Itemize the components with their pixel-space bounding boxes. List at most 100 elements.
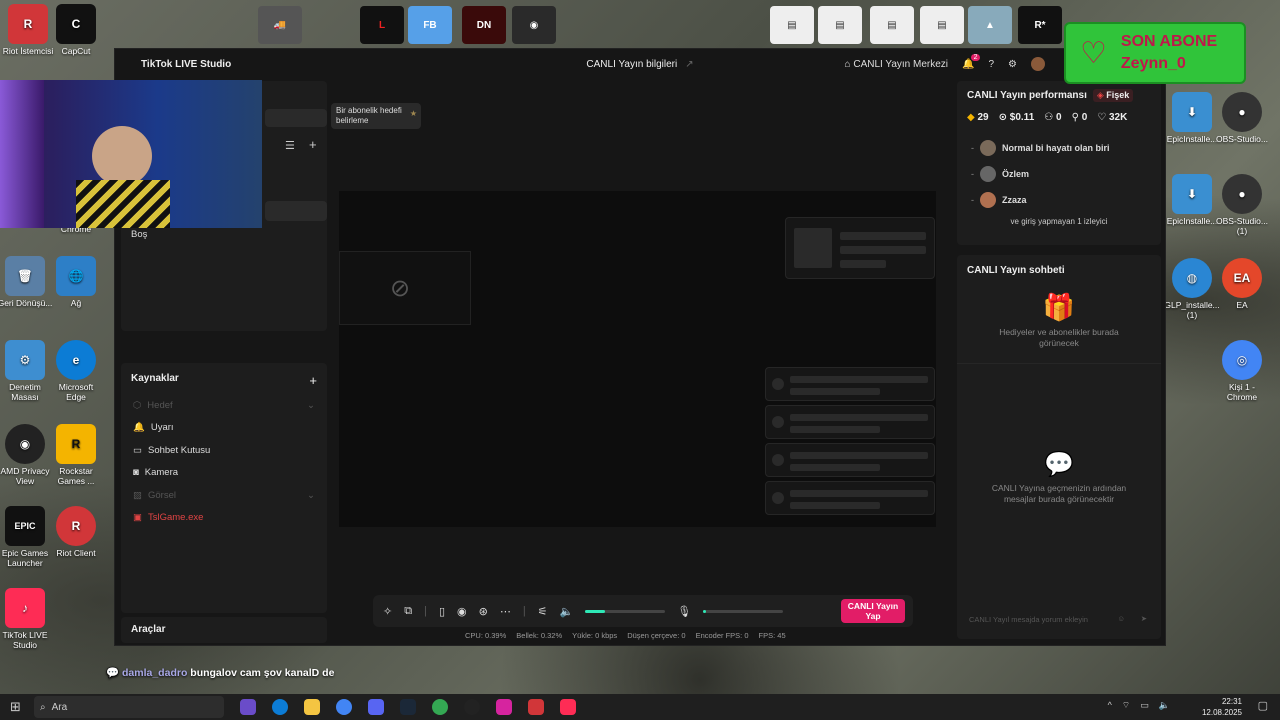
audio-slider[interactable] (585, 609, 666, 613)
taskbar-explorer-icon[interactable] (304, 699, 320, 715)
rockstar-icon[interactable]: R* (1018, 6, 1062, 44)
obs-icon: ● (1222, 92, 1262, 132)
camera-placeholder[interactable]: ⊘ (339, 251, 471, 325)
send-icon[interactable]: ➤ (1141, 614, 1147, 623)
add-scene-icon[interactable]: + (309, 137, 317, 152)
taskbar-chrome-icon[interactable] (336, 699, 352, 715)
taskbar-copilot-icon[interactable] (240, 699, 256, 715)
taskbar-instagram-icon[interactable] (496, 699, 512, 715)
avatar[interactable] (1031, 57, 1045, 71)
source-item-sohbet[interactable]: ▭ Sohbet Kutusu (121, 439, 327, 462)
taskbar-discord-icon[interactable] (368, 699, 384, 715)
preview-canvas[interactable]: ⊘ (339, 191, 936, 527)
scene-item[interactable] (265, 201, 327, 221)
chevron-up-icon[interactable]: ^ (1108, 700, 1112, 711)
chevron-down-icon[interactable]: ⌄ (307, 490, 315, 501)
replay-icon[interactable]: ⊛ (479, 605, 488, 618)
widget-card[interactable] (785, 217, 935, 279)
taskbar-search[interactable]: ⌕ Ara (34, 696, 224, 718)
file-icon[interactable]: ▤ (770, 6, 814, 44)
viewer-row[interactable]: - Normal bi hayatı olan biri (957, 135, 1161, 161)
game-icon[interactable]: ◉ (512, 6, 556, 44)
goal-bubble[interactable]: Bir abonelik hedefi belirleme ★ (331, 103, 421, 129)
notification-center-icon[interactable]: ▢ (1258, 699, 1268, 712)
desktop-icon-amd-privacy[interactable]: ◉ AMD Privacy View (0, 424, 53, 486)
scene-tab[interactable] (265, 109, 327, 127)
desktop-icon-riot-client[interactable]: R Riot Client (48, 506, 104, 558)
sliders-icon[interactable]: ⚟ (538, 605, 548, 618)
desktop-icon-tiktok-live[interactable]: ♪ TikTok LIVE Studio (0, 588, 53, 650)
taskbar-clock[interactable]: 22:31 12.08.2025 (1202, 696, 1242, 718)
chat-card[interactable] (765, 367, 935, 401)
live-center-link[interactable]: ⌂ CANLI Yayın Merkezi (845, 59, 949, 70)
file-icon[interactable]: ▤ (870, 6, 914, 44)
recycle-bin-icon: 🗑 (5, 256, 45, 296)
phone-icon[interactable]: ▯ (439, 605, 445, 618)
share-icon[interactable]: ↗ (685, 59, 693, 70)
game-icon[interactable]: DN (462, 6, 506, 44)
layout-icon[interactable]: ⧉ (404, 605, 412, 618)
desktop-icon-capcut[interactable]: C CapCut (48, 4, 104, 56)
taskbar-chrome-profile-icon[interactable] (432, 699, 448, 715)
chat-bubble-icon: 💬 (1044, 451, 1074, 478)
desktop-icon-epic-installer[interactable]: ⬇ EpicInstalle... (1164, 92, 1220, 144)
desktop-icon-obs[interactable]: ● OBS-Studio... (1214, 92, 1270, 144)
chat-card[interactable] (765, 481, 935, 515)
desktop-icon-chrome-profile[interactable]: ◎ Kişi 1 - Chrome (1214, 340, 1270, 402)
desktop-icon-network[interactable]: 🌐 Ağ (48, 256, 104, 308)
desktop-icon-glp-installer[interactable]: ◍ GLP_installe... (1) (1164, 258, 1220, 320)
desktop-icon-ea[interactable]: EA EA (1214, 258, 1270, 310)
emoji-icon[interactable]: ☺ (1117, 614, 1125, 623)
taskbar-riot-icon[interactable] (528, 699, 544, 715)
desktop-icon-control-panel[interactable]: ⚙ Denetim Masası (0, 340, 53, 402)
image-file-icon[interactable]: ▲ (968, 6, 1012, 44)
users-icon: ⚇ (1044, 112, 1054, 123)
speaker-icon[interactable]: 🔈 (560, 605, 574, 618)
truck-game-icon[interactable]: 🚚 (258, 6, 302, 44)
chat-card[interactable] (765, 405, 935, 439)
monitor-icon[interactable]: ▭ (1140, 700, 1149, 711)
taskbar-obs-icon[interactable] (464, 699, 480, 715)
viewer-row[interactable]: - Özlem (957, 161, 1161, 187)
game-icon[interactable]: FB (408, 6, 452, 44)
chat-input[interactable]: CANLI Yayıl mesajda yorum ekleyin ☺ ➤ (963, 609, 1155, 631)
record-icon[interactable]: ◉ (457, 605, 467, 618)
desktop-icon-rockstar[interactable]: R Rockstar Games ... (48, 424, 104, 486)
mic-icon[interactable]: 🎙 (677, 605, 691, 618)
volume-icon[interactable]: 🔈 (1159, 700, 1170, 711)
mic-slider[interactable] (703, 609, 784, 613)
file-icon[interactable]: ▤ (818, 6, 862, 44)
chat-card[interactable] (765, 443, 935, 477)
magic-wand-icon[interactable]: ✧ (383, 605, 392, 618)
source-item-kamera[interactable]: ◙ Kamera (121, 462, 327, 485)
viewer-row[interactable]: - Zzaza (957, 187, 1161, 213)
wifi-icon[interactable]: ⌔ (1122, 700, 1130, 711)
source-item-hedef[interactable]: ⬡ Hedef ⌄ (121, 394, 327, 417)
taskbar-edge-icon[interactable] (272, 699, 288, 715)
source-item-game[interactable]: ▣ TslGame.exe (121, 507, 327, 530)
file-icon[interactable]: ▤ (920, 6, 964, 44)
desktop-icon-epic[interactable]: EPIC Epic Games Launcher (0, 506, 53, 568)
desktop-icon-recycle-bin[interactable]: 🗑 Geri Dönüşü... (0, 256, 53, 308)
gear-icon[interactable]: ⚙ (1008, 59, 1017, 70)
desktop-icon-edge[interactable]: e Microsoft Edge (48, 340, 104, 402)
add-source-icon[interactable]: + (309, 373, 317, 388)
taskbar-tiktok-icon[interactable] (560, 699, 576, 715)
fisek-badge[interactable]: ◈ Fişek (1092, 89, 1134, 102)
windows-start-icon[interactable]: ⊞ (10, 699, 21, 715)
list-icon[interactable]: ☰ (285, 139, 295, 152)
source-item-uyari[interactable]: 🔔 Uyarı (121, 417, 327, 440)
bell-icon[interactable]: 🔔 2 (962, 53, 981, 70)
help-icon[interactable]: ? (988, 59, 994, 70)
taskbar-steam-icon[interactable] (400, 699, 416, 715)
source-item-gorsel[interactable]: ▨ Görsel ⌄ (121, 484, 327, 507)
more-icon[interactable]: ⋯ (500, 605, 511, 618)
live-info-title[interactable]: CANLI Yayın bilgileri (586, 59, 677, 70)
desktop-icon-obs-2[interactable]: ● OBS-Studio... (1) (1214, 174, 1270, 236)
desktop-icon-epic-installer-2[interactable]: ⬇ EpicInstalle... (1164, 174, 1220, 226)
chevron-down-icon[interactable]: ⌄ (307, 400, 315, 411)
gift-box-icon: 🎁 (1042, 292, 1076, 322)
game-icon[interactable]: L (360, 6, 404, 44)
tools-panel[interactable]: Araçlar (121, 617, 327, 643)
go-live-button[interactable]: CANLI Yayın Yap (841, 599, 905, 623)
